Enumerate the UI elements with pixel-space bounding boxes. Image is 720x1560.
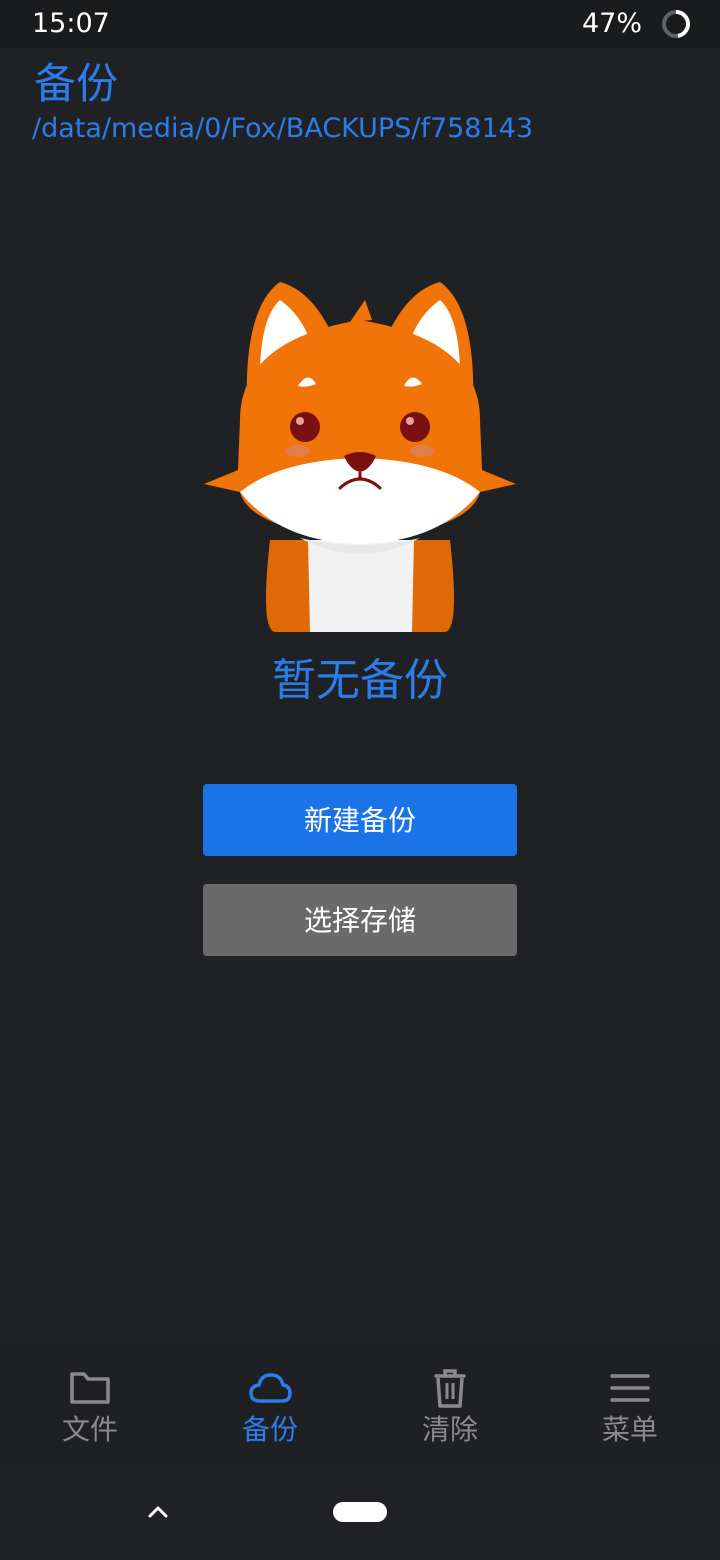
home-gesture-handle[interactable] [333,1502,387,1522]
nav-item-backup[interactable]: 备份 [180,1346,360,1460]
nav-item-files[interactable]: 文件 [0,1346,180,1460]
cloud-icon [249,1373,292,1403]
nav-label-backup: 备份 [241,1413,298,1446]
nav-label-files: 文件 [61,1413,118,1446]
nav-item-clear[interactable]: 清除 [360,1346,540,1460]
sad-fox-illustration [204,282,516,632]
backup-path: /data/media/0/Fox/BACKUPS/f758143 [32,113,534,144]
menu-icon [610,1374,650,1402]
system-gesture-bar [0,1460,720,1560]
page-title: 备份 [34,59,119,108]
nav-label-menu: 菜单 [601,1413,658,1446]
status-time: 15:07 [32,8,110,39]
bottom-navigation: 文件 备份 清除 菜单 [0,1346,720,1460]
nav-item-menu[interactable]: 菜单 [540,1346,720,1460]
battery-ring-icon [662,10,690,38]
empty-state-message: 暂无备份 [272,655,448,706]
chevron-up-icon[interactable] [144,1498,172,1526]
new-backup-button[interactable]: 新建备份 [203,784,517,856]
nav-label-clear: 清除 [421,1413,478,1446]
folder-icon [70,1372,110,1404]
status-bar: 15:07 47% [0,0,720,48]
trash-icon [434,1369,466,1408]
battery-percentage: 47% [581,8,642,39]
select-storage-button[interactable]: 选择存储 [203,884,517,956]
